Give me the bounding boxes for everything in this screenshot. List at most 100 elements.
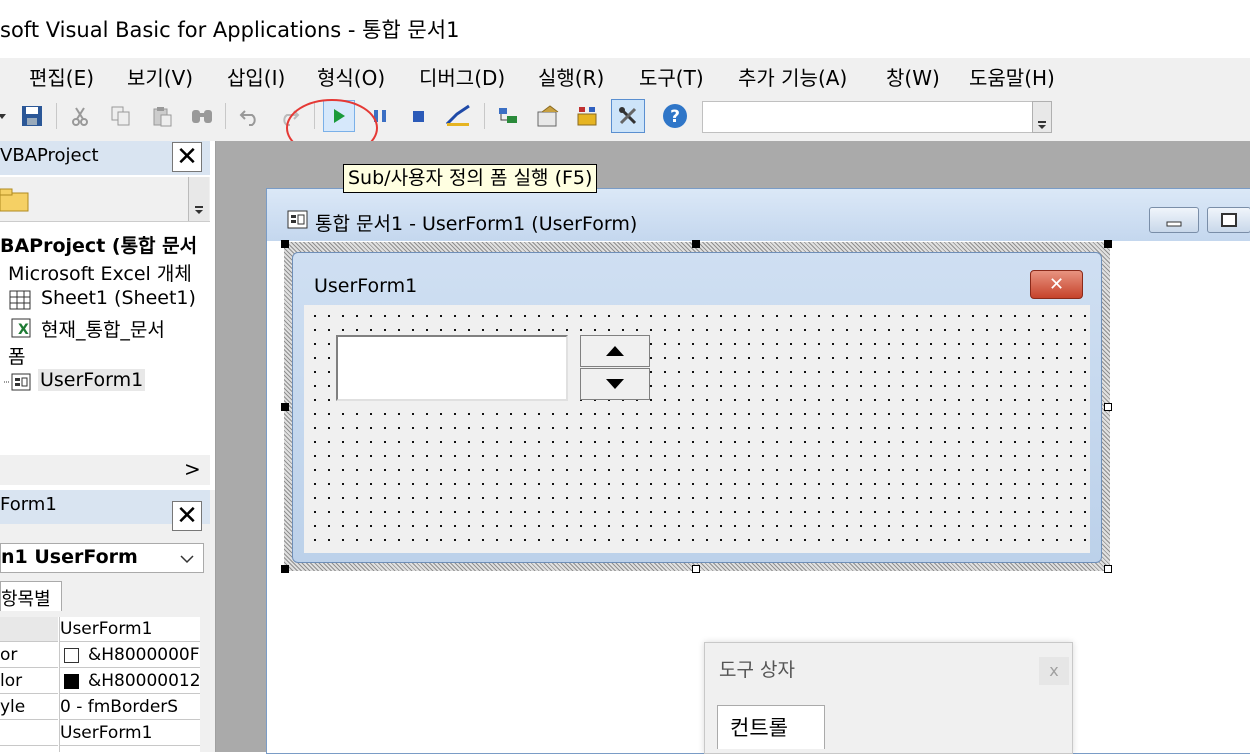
toolbox-icon[interactable] — [611, 99, 645, 133]
resize-handle[interactable] — [281, 565, 289, 573]
maximize-button[interactable] — [1207, 207, 1250, 233]
undo-icon[interactable] — [236, 102, 264, 130]
userform-close-button[interactable]: ✕ — [1030, 270, 1083, 299]
prop-name[interactable]: or — [0, 643, 58, 668]
paste-icon[interactable] — [148, 102, 176, 130]
menu-view[interactable]: 보기(V) — [127, 62, 193, 91]
tab-controls[interactable]: 컨트롤 — [717, 705, 825, 749]
tree-item-forms[interactable]: 폼 — [8, 342, 25, 369]
object-browser-icon[interactable] — [573, 102, 601, 130]
userform-client-area[interactable] — [304, 305, 1090, 553]
minimize-button[interactable] — [1149, 207, 1199, 233]
toolbar-separator — [56, 103, 57, 129]
project-pane-toolbar — [0, 177, 210, 222]
menu-format[interactable]: 형식(O) — [317, 62, 385, 91]
menu-addins[interactable]: 추가 기능(A) — [738, 62, 847, 91]
help-icon[interactable]: ? — [661, 102, 689, 130]
toolbar-position-display — [702, 101, 1034, 133]
scroll-right-icon[interactable]: > — [184, 457, 201, 481]
menu-tools[interactable]: 도구(T) — [639, 62, 704, 91]
project-horizontal-scrollbar[interactable]: > — [0, 455, 210, 485]
resize-handle[interactable] — [692, 565, 700, 573]
toolbar-dropdown-icon[interactable] — [0, 102, 8, 130]
prop-name[interactable]: yle — [0, 695, 58, 720]
design-mode-icon[interactable] — [444, 102, 472, 130]
chevron-down-icon[interactable] — [179, 553, 195, 565]
cut-icon[interactable] — [66, 102, 94, 130]
save-icon[interactable] — [18, 102, 46, 130]
userform-caption: UserForm1 — [314, 275, 418, 297]
window-title: soft Visual Basic for Applications - 통합 … — [0, 18, 460, 42]
run-tooltip: Sub/사용자 정의 폼 실행 (F5) — [343, 164, 598, 193]
toolbox-close-button[interactable]: x — [1039, 657, 1069, 685]
properties-grid: UserForm1 or &H8000000F lor &H80000012 y… — [0, 617, 200, 752]
properties-pane-title: Form1 — [0, 494, 57, 515]
properties-pane: Form1 ✕ n1 UserForm 항목별 UserForm1 or &H8… — [0, 490, 216, 752]
tree-item-vbaproject[interactable]: BAProject (통합 문서 — [0, 231, 197, 258]
project-pane-close-button[interactable]: ✕ — [172, 142, 202, 172]
toolbar-options-chevron-icon[interactable] — [1032, 101, 1052, 133]
project-explorer-icon[interactable] — [495, 102, 523, 130]
userform-icon — [4, 373, 31, 391]
tree-item-excel-objects[interactable]: Microsoft Excel 개체 — [8, 259, 192, 286]
prop-value[interactable]: &H8000000F — [60, 643, 200, 668]
object-select-value: n1 UserForm — [1, 546, 138, 568]
prop-name[interactable] — [0, 721, 58, 746]
userform1[interactable]: UserForm1 ✕ — [292, 252, 1102, 563]
tree-item-thisworkbook[interactable]: 현재_통합_문서 — [41, 315, 165, 342]
toolbar-separator — [484, 103, 485, 129]
spin-up-button[interactable] — [580, 335, 650, 367]
prop-name[interactable] — [0, 617, 58, 642]
tree-item-userform1[interactable]: UserForm1 — [38, 369, 146, 391]
prop-value[interactable]: &H80000012 — [60, 669, 200, 694]
tree-item-sheet1[interactable]: Sheet1 (Sheet1) — [41, 287, 196, 309]
resize-handle[interactable] — [1104, 403, 1112, 411]
toolbar-separator — [225, 103, 226, 129]
arrow-down-icon — [606, 379, 624, 389]
color-swatch — [64, 674, 79, 689]
resize-handle[interactable] — [1104, 565, 1112, 573]
svg-text:?: ? — [670, 107, 680, 127]
resize-handle[interactable] — [281, 403, 289, 411]
object-select[interactable]: n1 UserForm — [0, 543, 204, 573]
minimize-icon — [1166, 221, 1182, 227]
properties-icon[interactable] — [534, 102, 562, 130]
tab-categorized[interactable]: 항목별 — [0, 581, 62, 611]
textbox1[interactable] — [336, 335, 568, 401]
toolbox-title: 도구 상자 — [719, 659, 795, 681]
arrow-up-icon — [606, 346, 624, 356]
menu-insert[interactable]: 삽입(I) — [227, 62, 285, 91]
restore-icon — [1221, 213, 1237, 227]
prop-value[interactable]: UserForm1 — [60, 617, 200, 642]
find-icon[interactable] — [188, 102, 216, 130]
toolbox-window: 도구 상자 x 컨트롤 — [704, 642, 1073, 754]
designer-title-bar: 통합 문서1 - UserForm1 (UserForm) — [267, 189, 1250, 241]
designer-title: 통합 문서1 - UserForm1 (UserForm) — [315, 213, 638, 235]
title-bar: soft Visual Basic for Applications - 통합 … — [0, 0, 1250, 58]
resize-handle[interactable] — [692, 240, 700, 248]
menu-window[interactable]: 창(W) — [886, 62, 940, 91]
project-explorer-pane: VBAProject ✕ BAProject (통합 문서 Microsoft … — [0, 141, 216, 490]
sheet-icon — [9, 290, 31, 310]
menu-help[interactable]: 도움말(H) — [969, 62, 1055, 91]
svg-text:X: X — [18, 322, 29, 338]
userform-icon — [287, 210, 308, 229]
menu-run[interactable]: 실행(R) — [538, 62, 604, 91]
prop-name[interactable]: lor — [0, 669, 58, 694]
grid-divider — [59, 617, 60, 752]
spin-down-button[interactable] — [580, 368, 650, 400]
reset-icon[interactable] — [405, 102, 433, 130]
menu-edit[interactable]: 편집(E) — [29, 62, 94, 91]
resize-handle[interactable] — [281, 240, 289, 248]
copy-icon[interactable] — [107, 102, 135, 130]
standard-toolbar: ? — [0, 93, 1250, 142]
prop-value[interactable]: UserForm1 — [60, 721, 200, 746]
properties-pane-close-button[interactable]: ✕ — [172, 501, 202, 531]
project-pane-title: VBAProject — [0, 145, 99, 166]
color-swatch — [64, 648, 79, 663]
prop-value[interactable]: 0 - fmBorderS — [60, 695, 200, 720]
menu-debug[interactable]: 디버그(D) — [419, 62, 505, 91]
toggle-folders-icon[interactable] — [0, 185, 36, 215]
resize-handle[interactable] — [1104, 240, 1112, 248]
project-toolbar-chevron-icon[interactable] — [188, 177, 209, 221]
